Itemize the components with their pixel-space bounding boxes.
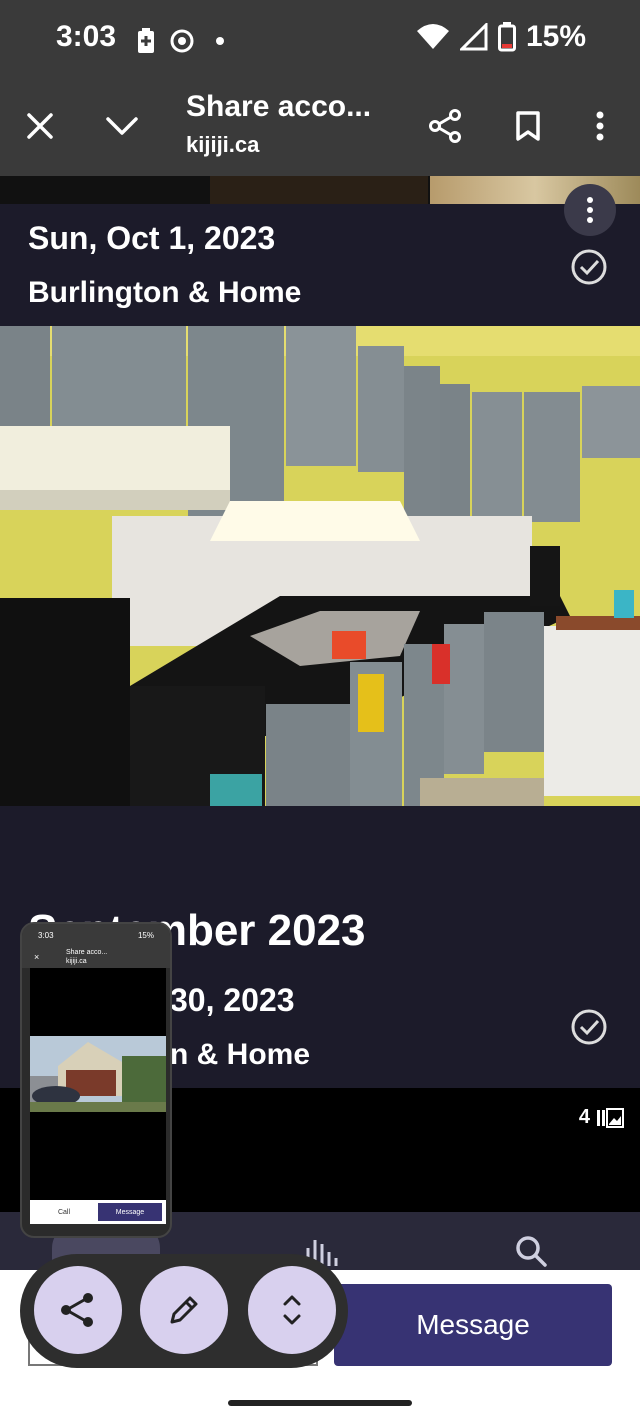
status-left-icons (136, 28, 232, 54)
pencil-icon (170, 1296, 198, 1324)
browser-toolbar: Share acco... kijiji.ca (0, 80, 640, 176)
preview-battery: 15% (137, 931, 154, 940)
share-screenshot-button[interactable] (34, 1266, 122, 1354)
bookmark-button[interactable] (504, 102, 552, 150)
more-vert-icon (596, 111, 604, 141)
share-button[interactable] (422, 102, 470, 150)
photo-count-badge: 4 (579, 1106, 624, 1129)
check-circle-icon (571, 1009, 607, 1045)
preview-black-area (30, 968, 166, 1036)
listing-location-2: n & Home (170, 1038, 311, 1071)
preview-toolbar: × Share acco... kijiji.ca (22, 946, 170, 968)
listing-photo-kitchen[interactable] (0, 326, 640, 806)
share-icon (61, 1293, 93, 1327)
unfold-icon (283, 1295, 301, 1325)
preview-message-button: Message (98, 1203, 162, 1221)
status-time: 3:03 (56, 20, 117, 53)
check-circle-icon (571, 249, 607, 285)
preview-bottom-bar: Call Message (30, 1200, 166, 1224)
page-title: Share acco... (186, 90, 372, 123)
gesture-handle[interactable] (228, 1400, 412, 1406)
chrome-icon (170, 29, 194, 53)
previous-photo-strip (0, 176, 640, 204)
preview-time: 3:03 (38, 931, 54, 940)
listing-header-1[interactable]: Sun, Oct 1, 2023 Burlington & Home (0, 184, 640, 326)
dot-icon (216, 37, 224, 45)
preview-title: Share acco... (66, 949, 108, 956)
status-bar: 3:03 15% (0, 0, 640, 80)
search-icon[interactable] (514, 1234, 548, 1268)
battery-icon (497, 22, 516, 52)
wifi-icon (416, 24, 449, 49)
bookmark-icon (516, 111, 540, 141)
more-vert-icon (587, 197, 593, 223)
edit-screenshot-button[interactable] (140, 1266, 228, 1354)
preview-url: kijiji.ca (66, 958, 87, 965)
battery-saver-icon (138, 28, 154, 53)
message-button[interactable]: Message (334, 1284, 612, 1366)
preview-house-photo (30, 1036, 166, 1112)
gesture-area (0, 1382, 640, 1422)
battery-percent: 15% (525, 20, 586, 53)
close-button[interactable] (16, 102, 64, 150)
screenshot-preview[interactable]: 3:03 15% × Share acco... kijiji.ca Call … (20, 922, 172, 1238)
screenshot-actions (20, 1254, 348, 1368)
minimize-button[interactable] (98, 102, 146, 150)
listing-date-1: Sun, Oct 1, 2023 (28, 220, 276, 256)
listing-date-2: 30, 2023 (170, 982, 295, 1018)
preview-status-bar: 3:03 15% (22, 924, 170, 946)
kitchen-photo-image (0, 326, 640, 806)
photo-gallery-icon (597, 1107, 624, 1128)
listing-location-1: Burlington & Home (28, 276, 302, 309)
preview-call-button: Call (57, 1208, 71, 1216)
preview-black-area-2 (30, 1112, 166, 1200)
signal-icon (459, 23, 488, 51)
photo-count: 4 (578, 1106, 590, 1128)
more-options-button[interactable] (576, 102, 624, 150)
screen: 3:03 15% Share acco... kijiji.ca Sun, Oc… (0, 0, 640, 1422)
chevron-down-icon (106, 117, 138, 135)
close-icon (27, 113, 53, 139)
photo-options-button[interactable] (564, 184, 616, 236)
expand-screenshot-button[interactable] (248, 1266, 336, 1354)
page-url: kijiji.ca (186, 132, 260, 157)
preview-close-icon: × (34, 952, 40, 962)
share-icon (429, 109, 461, 143)
status-right: 15% (416, 20, 586, 54)
